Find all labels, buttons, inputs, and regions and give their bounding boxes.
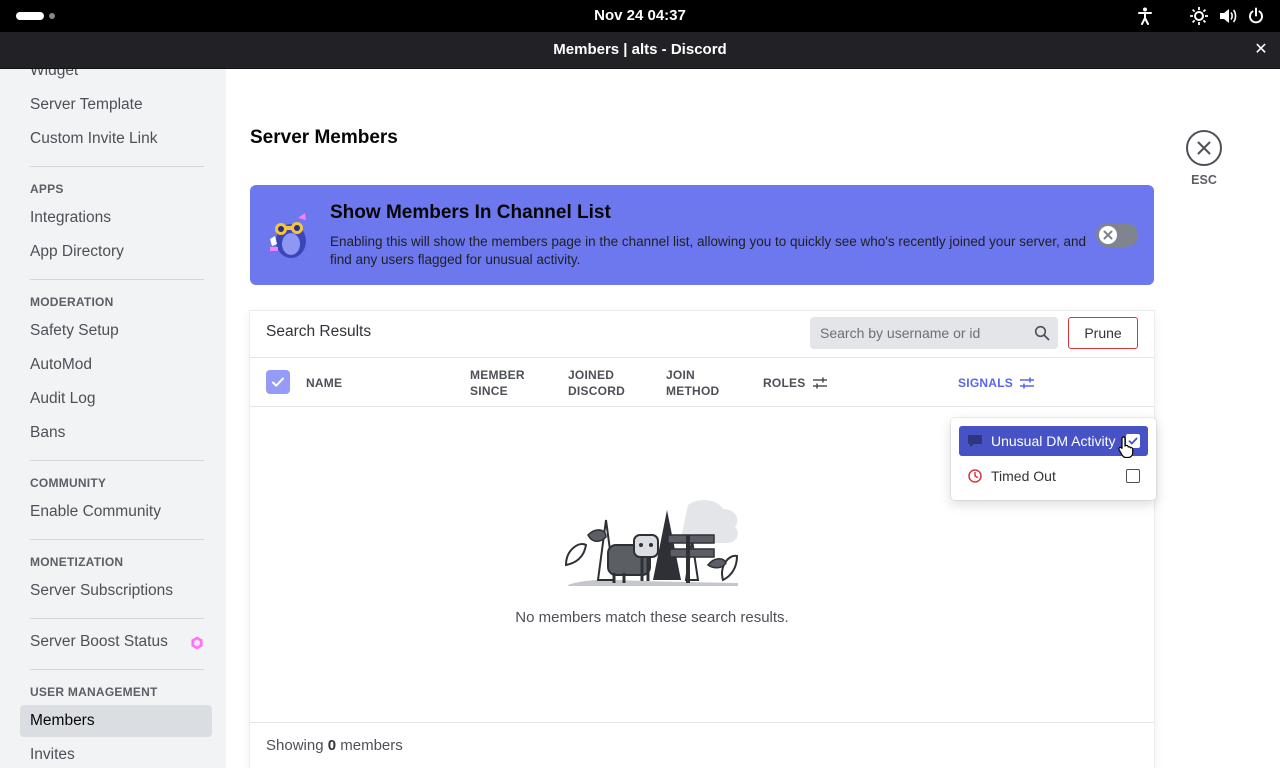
column-header-member-since-line2: SINCE [470, 384, 508, 398]
sidebar-item-enable-community[interactable]: Enable Community [20, 496, 212, 528]
close-settings-button[interactable] [1186, 130, 1222, 166]
member-search-input[interactable] [810, 317, 1030, 349]
power-icon[interactable] [1246, 6, 1266, 26]
chat-bubble-icon [967, 434, 983, 448]
member-count-suffix: members [340, 737, 403, 754]
binoculars-mascot-icon [264, 209, 316, 261]
page-title: Server Members [250, 127, 398, 148]
sidebar-divider [30, 669, 204, 670]
sidebar-item-widget[interactable]: Widget [20, 69, 212, 87]
sidebar-header-user-management: USER MANAGEMENT [30, 685, 158, 699]
esc-label: ESC [1191, 173, 1217, 187]
activities-indicator[interactable] [16, 12, 44, 20]
column-header-join-method: JOIN METHOD [666, 367, 719, 399]
sidebar-item-custom-invite-link[interactable]: Custom Invite Link [20, 123, 212, 155]
sidebar-header-apps: APPS [30, 182, 64, 196]
column-header-joined-discord-line1: JOINED [568, 368, 615, 382]
checkmark-icon [272, 377, 284, 387]
settings-sidebar: Widget Server Template Custom Invite Lin… [0, 69, 226, 768]
brightness-icon[interactable] [1189, 6, 1209, 26]
signal-option-label: Timed Out [991, 468, 1056, 484]
window-title: Members | alts - Discord [553, 41, 727, 58]
sidebar-header-monetization: MONETIZATION [30, 555, 124, 569]
sidebar-item-bans[interactable]: Bans [20, 417, 212, 449]
search-results-title: Search Results [266, 323, 372, 340]
sidebar-item-server-subscriptions[interactable]: Server Subscriptions [20, 575, 212, 607]
sidebar-divider [30, 166, 204, 167]
clock-icon [967, 469, 983, 483]
signal-option-label: Unusual DM Activity [991, 433, 1116, 449]
member-count-prefix: Showing [266, 737, 324, 754]
column-header-member-since: MEMBER SINCE [470, 367, 525, 399]
column-header-name: NAME [306, 376, 343, 390]
window-close-button[interactable]: ✕ [1250, 40, 1272, 60]
search-results-panel: Search Results Prune NAME MEMBER SINCE J… [250, 311, 1154, 768]
empty-state-message: No members match these search results. [515, 609, 789, 626]
signals-filter-dropdown: Unusual DM Activity Timed Out [951, 418, 1156, 500]
select-all-checkbox[interactable] [266, 370, 290, 394]
roles-filter-icon[interactable] [812, 377, 827, 389]
banner-description: Enabling this will show the members page… [330, 234, 1086, 267]
sidebar-item-audit-log[interactable]: Audit Log [20, 383, 212, 415]
sidebar-item-automod[interactable]: AutoMod [20, 349, 212, 381]
member-search-box[interactable] [810, 317, 1058, 349]
banner-title: Show Members In Channel List [330, 202, 611, 223]
search-icon[interactable] [1034, 325, 1050, 341]
prune-button[interactable]: Prune [1068, 317, 1138, 349]
column-header-roles-label: ROLES [763, 376, 806, 390]
sidebar-divider [30, 618, 204, 619]
signals-filter-icon[interactable] [1020, 377, 1035, 389]
column-header-member-since-line1: MEMBER [470, 368, 525, 382]
sidebar-item-app-directory[interactable]: App Directory [20, 236, 212, 268]
sidebar-item-members[interactable]: Members [20, 705, 212, 737]
sidebar-item-invites[interactable]: Invites [20, 739, 212, 768]
system-clock[interactable]: Nov 24 04:37 [0, 0, 1280, 32]
sidebar-item-server-boost-status[interactable]: Server Boost Status [20, 626, 212, 658]
sidebar-item-safety-setup[interactable]: Safety Setup [20, 315, 212, 347]
show-members-toggle[interactable] [1096, 223, 1138, 247]
column-header-joined-discord-line2: DISCORD [568, 384, 626, 398]
sidebar-divider [30, 460, 204, 461]
column-header-signals-label: SIGNALS [958, 376, 1014, 390]
workspace-dot[interactable] [49, 13, 55, 19]
window-title-bar: Members | alts - Discord ✕ [0, 32, 1280, 69]
signal-option-checkbox[interactable] [1126, 469, 1140, 483]
member-count-text: Showing 0 members [266, 737, 403, 754]
empty-state-illustration [558, 495, 748, 595]
column-header-joined-discord: JOINED DISCORD [568, 367, 625, 399]
sidebar-divider [30, 279, 204, 280]
sidebar-item-integrations[interactable]: Integrations [20, 202, 212, 234]
column-header-signals[interactable]: SIGNALS [958, 375, 1035, 391]
sidebar-header-community: COMMUNITY [30, 476, 107, 490]
column-header-join-method-line2: METHOD [666, 384, 720, 398]
toggle-off-x-icon [1103, 230, 1113, 240]
sidebar-item-server-template[interactable]: Server Template [20, 89, 212, 121]
accessibility-icon[interactable] [1135, 6, 1155, 26]
members-table-header: NAME MEMBER SINCE JOINED DISCORD JOIN ME… [250, 357, 1154, 407]
column-header-join-method-line1: JOIN [666, 368, 695, 382]
signal-option-timed-out[interactable]: Timed Out [959, 461, 1148, 491]
members-in-channel-list-banner: Show Members In Channel List Enabling th… [250, 185, 1154, 285]
close-icon [1197, 141, 1211, 155]
volume-icon[interactable] [1217, 6, 1237, 26]
toggle-knob [1099, 226, 1117, 244]
results-footer: Showing 0 members [250, 722, 1154, 768]
boost-gem-icon [190, 636, 204, 650]
member-count-value: 0 [327, 737, 337, 754]
system-top-bar: Nov 24 04:37 [0, 0, 1280, 32]
column-header-roles[interactable]: ROLES [763, 375, 827, 391]
sidebar-divider [30, 539, 204, 540]
sidebar-header-moderation: MODERATION [30, 295, 114, 309]
hand-pointer-cursor-icon [1117, 436, 1135, 459]
